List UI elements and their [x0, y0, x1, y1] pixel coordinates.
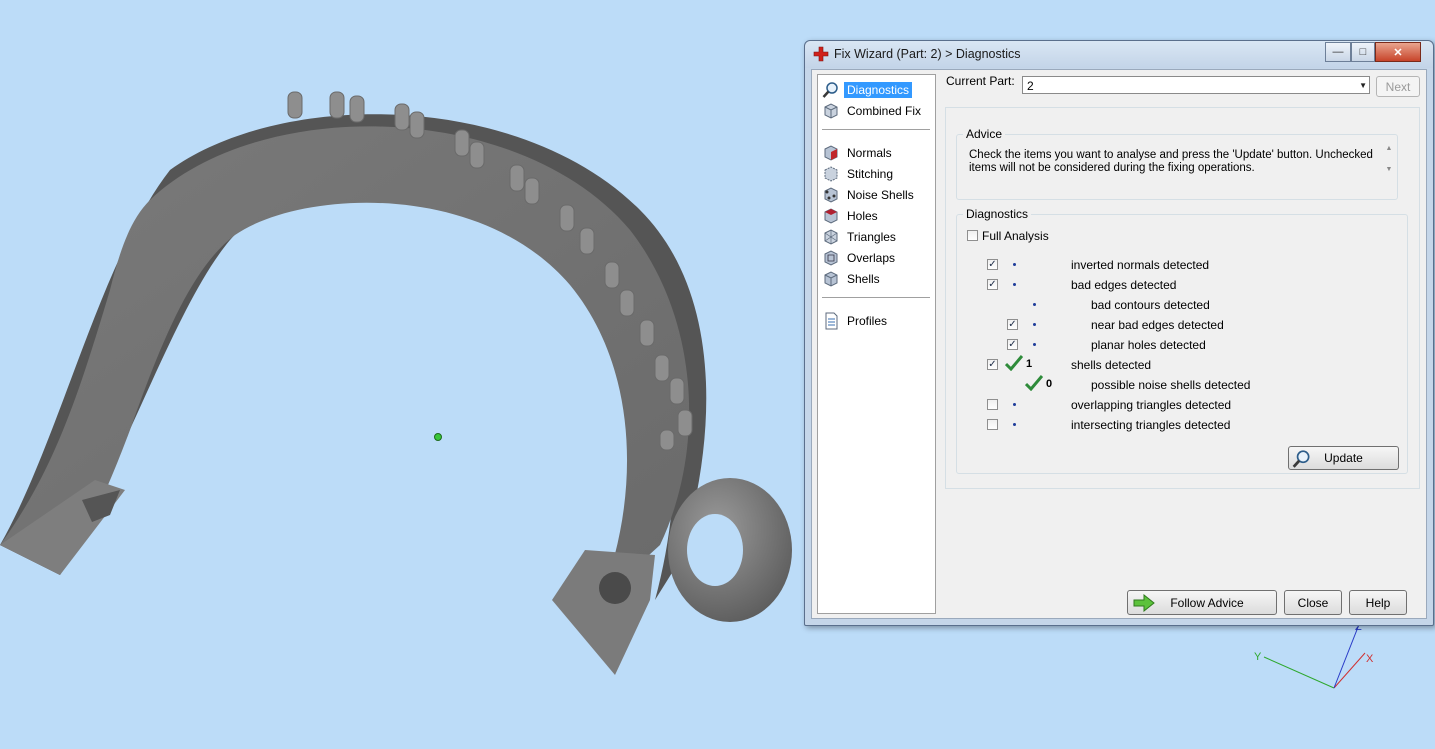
diagnostic-row-label: intersecting triangles detected	[1071, 418, 1231, 432]
current-part-value: 2	[1027, 79, 1034, 93]
current-part-dropdown[interactable]: 2 ▼	[1022, 76, 1370, 94]
diagnostics-group: Diagnostics Full Analysis ✓ inverted nor…	[956, 207, 1408, 474]
nav-item-normals[interactable]: Normals	[822, 143, 932, 163]
nav-item-label: Overlaps	[847, 251, 896, 265]
status-dot	[1013, 263, 1016, 266]
status-dot	[1033, 343, 1036, 346]
inverted-normals-checkbox[interactable]: ✓	[987, 259, 998, 270]
diagnostic-row-label: near bad edges detected	[1091, 318, 1224, 332]
nav-item-stitching[interactable]: Stitching	[822, 164, 932, 184]
window-title: Fix Wizard (Part: 2) > Diagnostics	[834, 47, 1021, 61]
nav-item-label: Shells	[847, 272, 880, 286]
planar-holes-checkbox[interactable]: ✓	[1007, 339, 1018, 350]
nav-item-label: Holes	[847, 209, 878, 223]
axis-triad-icon: Y X Z	[1254, 621, 1374, 689]
stitching-icon	[824, 166, 838, 182]
diagnostic-row-label: inverted normals detected	[1071, 258, 1210, 272]
magnifier-icon	[1292, 450, 1310, 468]
diagnostic-row-label: shells detected	[1071, 358, 1152, 372]
nav-item-label: Profiles	[847, 314, 888, 328]
minimize-button[interactable]: —	[1325, 42, 1351, 62]
green-check-icon	[1025, 375, 1043, 391]
follow-advice-label: Follow Advice	[1170, 595, 1244, 610]
update-label: Update	[1324, 451, 1363, 465]
near-bad-edges-checkbox[interactable]: ✓	[1007, 319, 1018, 330]
status-dot	[1013, 283, 1016, 286]
advice-text: Check the items you want to analyse and …	[969, 149, 1373, 174]
nav-item-noise-shells[interactable]: Noise Shells	[822, 185, 932, 205]
close-window-button[interactable]: ✕	[1375, 42, 1421, 62]
title-bar[interactable]: Fix Wizard (Part: 2) > Diagnostics — □ ✕	[805, 41, 1433, 68]
status-dot	[1013, 403, 1016, 406]
axis-y-label: Y	[1254, 651, 1262, 663]
fix-wizard-dialog: Fix Wizard (Part: 2) > Diagnostics — □ ✕…	[804, 40, 1434, 626]
help-button[interactable]: Help	[1349, 590, 1407, 615]
nav-divider	[822, 129, 930, 130]
diagnostics-title: Diagnostics	[963, 207, 1032, 221]
advice-scrollbar[interactable]: ▲ ▼	[1383, 145, 1395, 193]
axis-x-label: X	[1366, 653, 1374, 665]
diagnostic-row-label: overlapping triangles detected	[1071, 398, 1232, 412]
nav-divider	[822, 297, 930, 298]
nav-item-overlaps[interactable]: Overlaps	[822, 248, 932, 268]
nav-item-label: Combined Fix	[847, 104, 922, 118]
magnifier-icon	[822, 82, 838, 98]
nav-item-triangles[interactable]: Triangles	[822, 227, 932, 247]
current-part-label: Current Part:	[946, 74, 1015, 88]
nav-item-label: Noise Shells	[847, 188, 914, 202]
jewelry-model[interactable]	[0, 91, 792, 675]
red-cross-icon	[813, 46, 829, 62]
shells-checkbox[interactable]: ✓	[987, 359, 998, 370]
status-dot	[1013, 423, 1016, 426]
advice-title: Advice	[963, 127, 1006, 141]
full-analysis-checkbox[interactable]	[967, 230, 978, 241]
bad-edges-checkbox[interactable]: ✓	[987, 279, 998, 290]
nav-item-holes[interactable]: Holes	[822, 206, 932, 226]
overlaps-cube-icon	[824, 250, 838, 266]
advice-group: Advice Check the items you want to analy…	[956, 127, 1398, 200]
next-button[interactable]: Next	[1376, 76, 1420, 97]
follow-advice-button[interactable]: Follow Advice	[1127, 590, 1277, 615]
nav-item-label: Normals	[847, 146, 892, 160]
nav-item-label: Triangles	[847, 230, 896, 244]
holes-cube-icon	[824, 208, 838, 224]
cube-icon	[824, 103, 838, 119]
nav-item-combined-fix[interactable]: Combined Fix	[822, 101, 932, 121]
diagnostic-row-label: bad contours detected	[1091, 298, 1210, 312]
status-dot	[1033, 323, 1036, 326]
diagnostics-panel: Advice Check the items you want to analy…	[945, 107, 1420, 489]
intersecting-triangles-checkbox[interactable]	[987, 419, 998, 430]
maximize-button[interactable]: □	[1351, 42, 1375, 62]
chevron-down-icon: ▼	[1359, 81, 1367, 90]
noise-shells-count: 0	[1046, 378, 1053, 390]
green-check-icon	[1005, 355, 1023, 371]
diagnostic-row-label: planar holes detected	[1091, 338, 1206, 352]
nav-item-diagnostics[interactable]: Diagnostics	[822, 80, 932, 100]
status-dot	[1033, 303, 1036, 306]
close-button[interactable]: Close	[1284, 590, 1342, 615]
nav-item-label: Diagnostics	[844, 82, 913, 98]
shells-count: 1	[1026, 358, 1033, 370]
nav-item-shells[interactable]: Shells	[822, 269, 932, 289]
diagnostic-row-label: possible noise shells detected	[1091, 378, 1251, 392]
update-button[interactable]: Update	[1288, 446, 1399, 470]
shells-cube-icon	[824, 271, 838, 287]
triangles-cube-icon	[824, 229, 838, 245]
nav-item-label: Stitching	[847, 167, 894, 181]
wizard-nav: Diagnostics Combined Fix Normals Stitchi…	[817, 74, 936, 614]
diagnostic-row-label: bad edges detected	[1071, 278, 1177, 292]
full-analysis-label: Full Analysis	[982, 229, 1049, 243]
noise-shells-icon	[824, 187, 838, 203]
pivot-point-icon	[434, 433, 442, 441]
document-icon	[825, 312, 838, 330]
green-arrow-icon	[1133, 594, 1155, 612]
normals-cube-icon	[824, 145, 838, 161]
overlapping-triangles-checkbox[interactable]	[987, 399, 998, 410]
nav-item-profiles[interactable]: Profiles	[822, 311, 932, 331]
dialog-client: Diagnostics Combined Fix Normals Stitchi…	[811, 69, 1427, 619]
